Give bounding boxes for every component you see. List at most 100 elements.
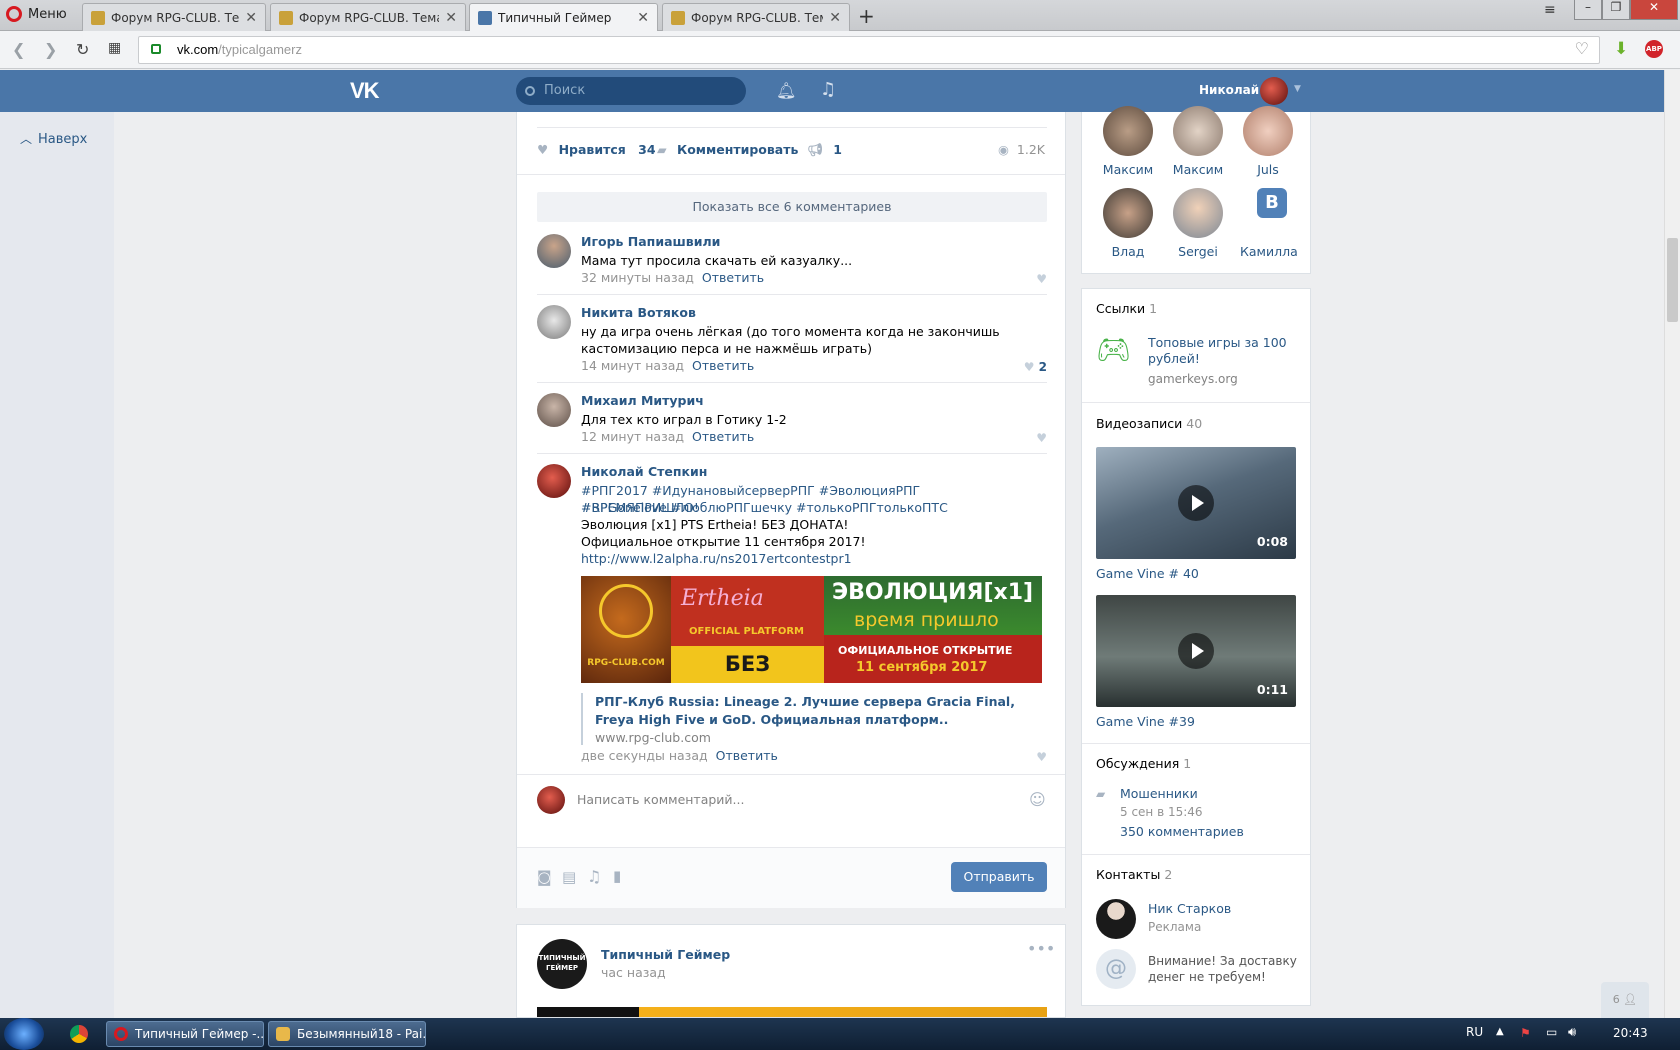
comment-time[interactable]: 14 минут назад [581,358,684,373]
address-bar[interactable]: vk.com/typicalgamerz ♡ [138,36,1600,64]
reply-link[interactable]: Ответить [692,358,754,373]
discussions-header[interactable]: Обсуждения 1 [1096,756,1191,771]
show-all-comments-button[interactable]: Показать все 6 комментариев [537,192,1047,222]
adblock-icon[interactable]: ABP [1645,40,1663,58]
friend-item[interactable]: Sergei [1170,188,1226,259]
close-tab-icon[interactable]: ✕ [245,10,257,26]
bookmark-heart-icon[interactable]: ♡ [1575,37,1589,63]
link-title[interactable]: Топовые игры за 100 рублей! [1148,335,1298,367]
commenter-name[interactable]: Никита Вотяков [581,305,696,320]
music-icon[interactable]: ♫ [820,79,836,100]
clock[interactable]: 20:43 [1613,1026,1648,1040]
restore-icon[interactable]: ❐ [1602,0,1630,20]
comment-hashtags[interactable]: #RPGonelove #люблюРПГшечку #толькоРПГтол… [581,499,1031,516]
opera-menu-button[interactable]: Меню [6,6,67,22]
music-note-icon[interactable]: ♫ [587,867,601,886]
chrome-icon[interactable] [70,1025,88,1043]
link-attachment[interactable]: РПГ-Клуб Russia: Lineage 2. Лучшие серве… [581,693,1042,745]
video-thumbnail[interactable]: 0:08 [1096,447,1296,559]
comment-link[interactable]: http://www.l2alpha.ru/ns2017ertcontestpr… [581,550,1031,567]
close-tab-icon[interactable]: ✕ [637,10,649,26]
comment-like-icon[interactable]: ♥ [1036,750,1047,764]
contacts-header[interactable]: Контакты 2 [1096,867,1172,882]
post-time[interactable]: час назад [601,965,666,980]
emoji-icon[interactable]: ☺ [1029,790,1046,809]
tab-menu-icon[interactable]: ≡ [1544,2,1556,18]
download-icon[interactable]: ⬇ [1614,39,1628,59]
document-icon[interactable]: ▮ [613,867,621,885]
minimize-icon[interactable]: – [1574,0,1602,20]
share-button[interactable]: 📢︎ 1 [807,142,842,158]
close-tab-icon[interactable]: ✕ [829,10,841,26]
send-button[interactable]: Отправить [951,862,1047,892]
like-button[interactable]: ♥ Нравится 34 [537,142,656,157]
discussion-title[interactable]: Мошенники [1120,786,1198,801]
vk-logo-icon[interactable]: VK [350,78,380,104]
friend-item[interactable]: Максим [1100,106,1156,177]
scrollbar-thumb[interactable] [1667,238,1678,322]
taskbar-item-browser[interactable]: Типичный Геймер -... [106,1021,264,1047]
browser-tab-active[interactable]: Типичный Геймер ✕ [469,3,658,32]
volume-icon[interactable]: 🔊︎ [1568,1025,1576,1040]
contact-avatar[interactable] [1096,899,1136,939]
online-friends-button[interactable]: 6 👤︎ [1601,982,1649,1018]
start-button-icon[interactable] [4,1018,44,1050]
friend-item[interactable]: B Камилла [1240,188,1298,259]
user-avatar[interactable] [1260,77,1288,105]
friend-item[interactable]: Максим [1170,106,1226,177]
commenter-avatar[interactable] [537,305,571,339]
video-title[interactable]: Game Vine #39 [1096,714,1195,729]
reload-icon[interactable]: ↻ [76,40,89,59]
speed-dial-icon[interactable]: ▦ [108,40,121,56]
commenter-avatar[interactable] [537,393,571,427]
browser-tab[interactable]: Форум RPG-CLUB. Тема: П ✕ [662,3,850,31]
comment-input[interactable]: Написать комментарий... [577,792,1027,807]
discussion-comments-link[interactable]: 350 комментариев [1120,824,1244,839]
comment-time[interactable]: две секунды назад [581,748,708,763]
comment-like-icon[interactable]: ♥ [1036,431,1047,445]
commenter-name[interactable]: Николай Степкин [581,464,707,479]
friend-item[interactable]: Влад [1100,188,1156,259]
contact-name[interactable]: Ник Старков [1148,901,1231,916]
promo-banner-image[interactable]: RPG-CLUB.COM Ertheia OFFICIAL PLATFORM Б… [581,576,1042,683]
browser-tab[interactable]: Форум RPG-CLUB. Тема: 2 ✕ [270,3,466,31]
show-hidden-icons-icon[interactable]: ▲ [1496,1026,1504,1037]
post-author[interactable]: Типичный Геймер [601,947,730,962]
post-image[interactable] [537,1007,1047,1017]
close-tab-icon[interactable]: ✕ [445,10,457,26]
network-icon[interactable]: ▭ [1546,1025,1557,1039]
comment-time[interactable]: 12 минут назад [581,429,684,444]
action-center-flag-icon[interactable]: ⚑ [1520,1026,1531,1040]
video-title[interactable]: Game Vine # 40 [1096,566,1199,581]
commenter-name[interactable]: Игорь Папиашвили [581,234,720,249]
friend-item[interactable]: Juls [1240,106,1296,177]
comment-time[interactable]: 32 минуты назад [581,270,694,285]
browser-tab[interactable]: Форум RPG-CLUB. Тема: 2 ✕ [82,3,266,31]
forward-icon[interactable]: ❯ [44,40,57,59]
taskbar-item-paint[interactable]: Безымянный18 - Pai... [268,1021,426,1047]
reply-link[interactable]: Ответить [692,429,754,444]
new-tab-icon[interactable]: + [858,4,875,28]
page-scrollbar[interactable] [1664,70,1680,1018]
commenter-avatar[interactable] [537,234,571,268]
back-icon[interactable]: ❮ [12,40,25,59]
videos-header[interactable]: Видеозаписи 40 [1096,416,1202,431]
reply-link[interactable]: Ответить [702,270,764,285]
back-to-top-rail[interactable]: ︿ Наверх [0,112,114,1018]
chevron-down-icon[interactable]: ▼ [1294,84,1301,94]
camera-icon[interactable]: ◙ [537,868,552,886]
comment-like-icon[interactable]: ♥ [1036,272,1047,286]
commenter-avatar[interactable] [537,464,571,498]
user-name[interactable]: Николай [1199,83,1259,97]
search-input[interactable]: Поиск [516,77,746,105]
comment-button[interactable]: ▰ Комментировать [657,142,798,157]
back-to-top-link[interactable]: ︿ Наверх [20,130,87,147]
links-header[interactable]: Ссылки 1 [1096,301,1157,316]
more-options-icon[interactable]: ••• [1027,939,1055,958]
comment-like-button[interactable]: ♥ 2 [1024,360,1047,374]
community-avatar[interactable]: ТИПИЧНЫЙ ГЕЙМЕР [537,939,587,989]
close-window-icon[interactable]: ✕ [1630,0,1678,20]
notifications-bell-icon[interactable]: 🔔︎ [776,81,796,100]
commenter-name[interactable]: Михаил Митурич [581,393,704,408]
link-title[interactable]: РПГ-Клуб Russia: Lineage 2. Лучшие серве… [595,693,1042,729]
